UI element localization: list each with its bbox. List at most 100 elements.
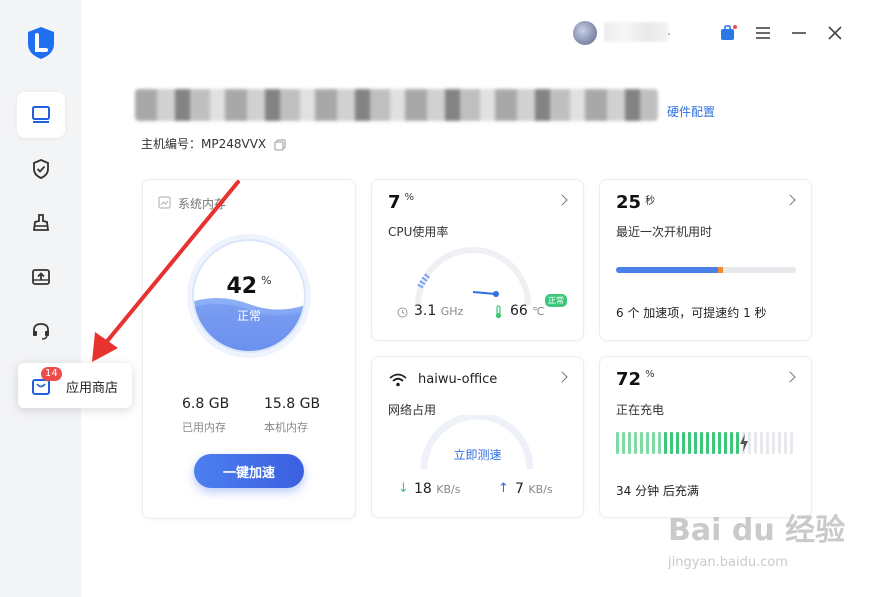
sidebar-item-home[interactable]: [17, 92, 65, 138]
battery-bar-segment: [760, 432, 763, 454]
network-ssid: haiwu-office: [418, 372, 498, 387]
boot-unit: 秒: [645, 196, 656, 207]
battery-bar-segment: [772, 432, 775, 454]
briefcase-icon[interactable]: [718, 23, 738, 43]
cpu-temperature-value: 66: [510, 303, 528, 319]
broom-icon: [32, 214, 50, 231]
battery-value: 72: [616, 369, 642, 390]
cpu-label: CPU使用率: [388, 225, 449, 239]
memory-card: 系统内存 42% 正常 6.8 GB 已用内存 15.8 GB 本机内存 一键加…: [142, 179, 356, 519]
hardware-config-link[interactable]: 硬件配置: [667, 103, 715, 120]
baidu-watermark-url: jingyan.baidu.com: [668, 555, 788, 570]
cpu-temperature: 66 ℃: [510, 303, 545, 319]
battery-bar-segment: [706, 432, 709, 454]
chevron-right-icon: [784, 371, 796, 383]
sidebar-item-clean[interactable]: [17, 200, 65, 246]
cpu-value: 7: [388, 192, 401, 213]
cpu-temperature-unit: ℃: [532, 305, 545, 318]
battery-bar-segment: [718, 432, 721, 454]
boot-card[interactable]: 25 秒 最近一次开机用时 6 个 加速项，可提速约 1 秒: [599, 179, 812, 341]
headset-icon: [33, 323, 49, 340]
upload-speed-value: 7: [515, 481, 524, 497]
boot-value-row: 25 秒: [616, 192, 655, 213]
memory-total-label: 本机内存: [264, 421, 308, 434]
speed-test-button[interactable]: 立即测速: [372, 446, 583, 463]
memory-percent: 42: [226, 274, 258, 299]
battery-bar-segment: [664, 432, 667, 454]
host-id-label: 主机编号：: [141, 137, 202, 151]
battery-bar-segment: [700, 432, 703, 454]
battery-label: 正在充电: [616, 403, 665, 417]
username-blurred: [604, 22, 668, 42]
sidebar-item-driver[interactable]: [17, 254, 65, 300]
boot-speedup-tip: 6 个 加速项，可提速约 1 秒: [616, 306, 767, 320]
minimize-icon[interactable]: [791, 26, 807, 40]
chevron-right-icon: [556, 194, 568, 206]
sidebar-item-app-store[interactable]: 14 应用商店: [18, 363, 132, 408]
battery-value-row: 72%: [616, 369, 655, 390]
battery-bar-segment: [622, 432, 625, 454]
shield-check-icon: [33, 159, 49, 179]
sidebar-item-support[interactable]: [17, 308, 65, 354]
cpu-unit: %: [404, 192, 415, 203]
battery-card[interactable]: 72% 正在充电 34 分钟 后充满: [599, 356, 812, 518]
battery-bar-segment: [754, 432, 757, 454]
cpu-frequency: 3.1 GHz: [414, 303, 463, 319]
host-id-value: MP248VVX: [201, 137, 267, 151]
battery-bar-segment: [724, 432, 727, 454]
battery-bar-segment: [628, 432, 631, 454]
chevron-right-icon: [784, 194, 796, 206]
avatar[interactable]: [573, 21, 597, 45]
battery-remaining-time: 34 分钟 后充满: [616, 484, 699, 498]
memory-total-value: 15.8 GB: [264, 396, 321, 412]
upload-box-icon: [32, 269, 50, 285]
close-icon[interactable]: [827, 25, 843, 41]
battery-bar-segment: [682, 432, 685, 454]
battery-bar-segment: [688, 432, 691, 454]
boot-progress-marker: [717, 267, 723, 273]
battery-bar-segment: [670, 432, 673, 454]
battery-bar-segment: [634, 432, 637, 454]
battery-bar-segment: [616, 432, 619, 454]
battery-bar-segment: [766, 432, 769, 454]
boot-label: 最近一次开机用时: [616, 225, 713, 239]
battery-bar-segment: [712, 432, 715, 454]
temperature-status-badge: 正常: [545, 294, 567, 307]
device-title-blurred: [135, 89, 658, 121]
boot-value: 25: [616, 192, 642, 213]
battery-bar-segment: [658, 432, 661, 454]
battery-bar-segment: [640, 432, 643, 454]
memory-state: 正常: [236, 309, 261, 323]
one-click-speedup-button[interactable]: 一键加速: [194, 454, 304, 488]
memory-used-label: 已用内存: [182, 421, 226, 434]
battery-bar-segment: [790, 432, 793, 454]
app-store-label: 应用商店: [66, 381, 119, 396]
wifi-icon: [389, 373, 407, 387]
boot-progress-fill: [616, 267, 723, 273]
chevron-right-icon: [556, 371, 568, 383]
download-arrow-icon: ↓: [398, 481, 409, 496]
sidebar-item-security[interactable]: [17, 146, 65, 192]
copy-icon[interactable]: [274, 139, 286, 151]
network-card[interactable]: haiwu-office 网络占用 立即测速 ↓ 18 KB/s ↑ 7 KB/…: [371, 356, 584, 518]
battery-bar-segment: [652, 432, 655, 454]
battery-bar-segment: [778, 432, 781, 454]
memory-title: 系统内存: [178, 197, 227, 211]
baidu-watermark: Bai du 经验: [668, 513, 846, 548]
cpu-value-row: 7%: [388, 192, 414, 213]
battery-bar-segment: [694, 432, 697, 454]
download-speed: 18 KB/s: [414, 481, 460, 497]
menu-icon[interactable]: [755, 26, 771, 40]
host-id-row: 主机编号：MP248VVX: [141, 135, 286, 152]
cpu-gauge: [415, 247, 531, 306]
memory-used-value: 6.8 GB: [182, 396, 230, 412]
cpu-card[interactable]: 7% CPU使用率 3.1 GHz 66 ℃ 正常: [371, 179, 584, 341]
boot-progress-bar: [616, 267, 796, 273]
clock-icon: [397, 307, 408, 318]
download-speed-value: 18: [414, 481, 432, 497]
battery-bar-segment: [676, 432, 679, 454]
cpu-frequency-value: 3.1: [414, 303, 437, 319]
sidebar: 14 应用商店: [0, 0, 132, 597]
battery-unit: %: [645, 369, 655, 380]
cpu-frequency-unit: GHz: [440, 305, 464, 318]
